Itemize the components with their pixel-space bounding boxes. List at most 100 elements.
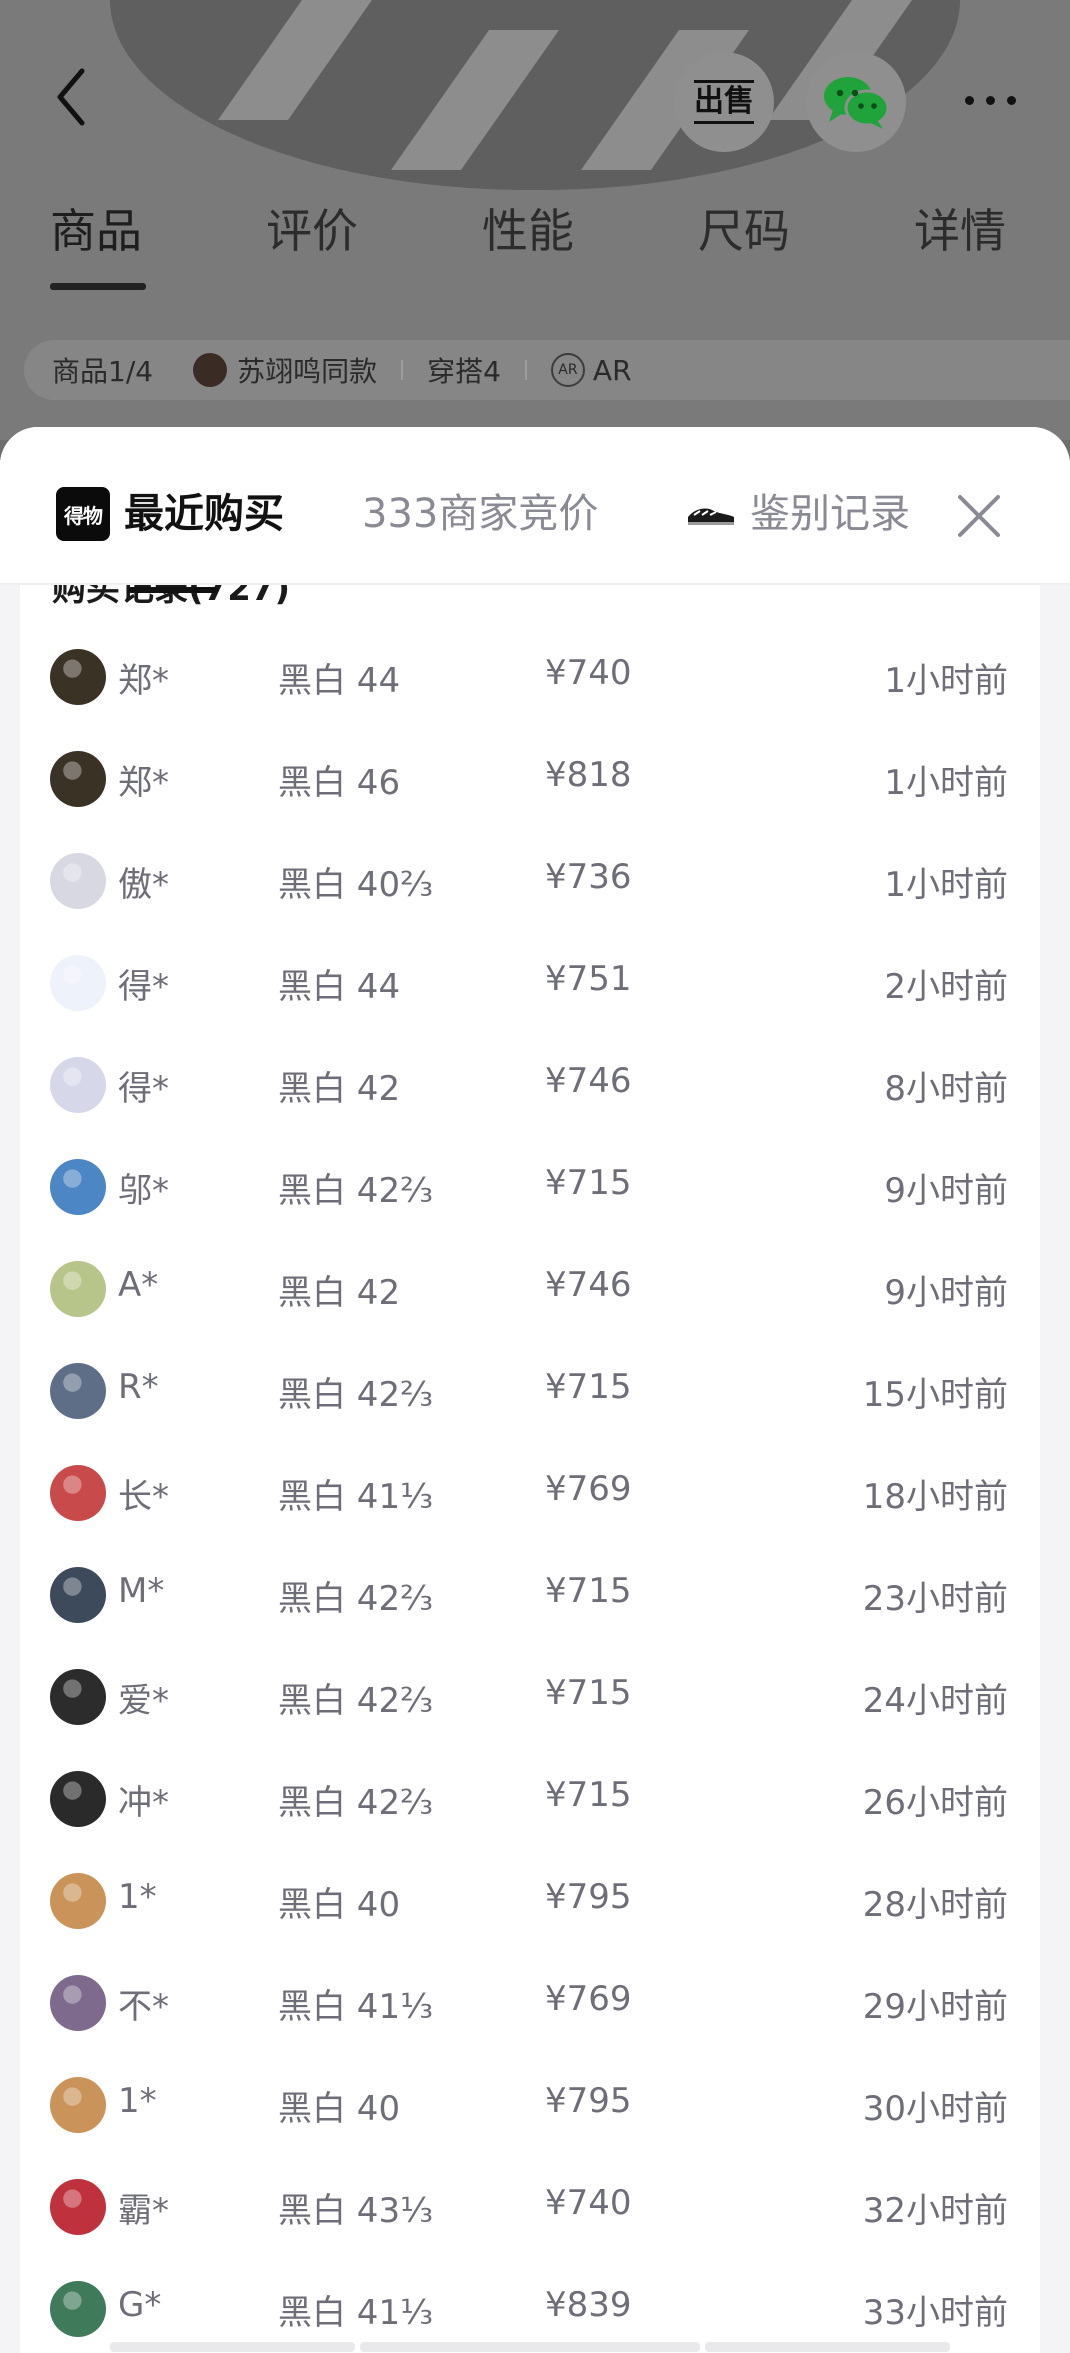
purchase-price: ¥715	[545, 1673, 632, 1713]
buyer-name: R*	[118, 1367, 159, 1407]
purchase-record-row: 长* 黑白 41⅓ ¥769 18小时前	[20, 1443, 1040, 1545]
buyer-name: A*	[118, 1265, 159, 1305]
buyer-avatar	[50, 751, 106, 807]
purchase-spec: 黑白 42⅔	[278, 1171, 434, 1211]
wechat-share-button[interactable]	[806, 52, 906, 152]
purchase-time: 30小时前	[862, 2089, 1008, 2129]
purchase-price: ¥746	[545, 1061, 632, 1101]
purchase-price: ¥746	[545, 1265, 632, 1305]
purchase-price: ¥740	[545, 653, 632, 693]
buyer-name: 邬*	[118, 1171, 169, 1211]
purchase-price: ¥736	[545, 857, 632, 897]
buyer-avatar	[50, 1465, 106, 1521]
purchase-record-row: 邬* 黑白 42⅔ ¥715 9小时前	[20, 1137, 1040, 1239]
purchase-price: ¥751	[545, 959, 632, 999]
buyer-avatar	[50, 1873, 106, 1929]
purchase-price: ¥715	[545, 1775, 632, 1815]
purchase-time: 9小时前	[884, 1171, 1008, 1211]
purchase-spec: 黑白 42⅔	[278, 1681, 434, 1721]
buyer-name: 1*	[118, 1877, 157, 1917]
purchase-price: ¥839	[545, 2285, 632, 2325]
buyer-avatar	[50, 1975, 106, 2031]
shoe-icon	[688, 508, 734, 525]
purchase-time: 24小时前	[862, 1681, 1008, 1721]
back-button[interactable]	[46, 62, 96, 132]
purchase-record-row: 1* 黑白 40 ¥795 30小时前	[20, 2055, 1040, 2157]
tab-merchant-bids[interactable]: 333商家竞价	[362, 487, 598, 541]
purchase-price: ¥740	[545, 2183, 632, 2223]
buyer-avatar	[50, 2077, 106, 2133]
sell-button[interactable]: 出售	[674, 52, 774, 152]
tab-product[interactable]: 商品	[50, 195, 142, 261]
purchase-price: ¥795	[545, 1877, 632, 1917]
buyer-avatar	[50, 649, 106, 705]
more-button[interactable]	[950, 70, 1030, 130]
ar-tag[interactable]: AR	[593, 354, 632, 387]
purchase-price: ¥715	[545, 1163, 632, 1203]
purchase-price: ¥818	[545, 755, 632, 795]
purchase-spec: 黑白 46	[278, 763, 401, 803]
tab-details[interactable]: 详情	[914, 195, 1006, 261]
purchase-spec: 黑白 44	[278, 661, 401, 701]
product-tabs: 商品 评价 性能 尺码 详情	[0, 195, 1070, 295]
purchase-time: 23小时前	[862, 1579, 1008, 1619]
buyer-avatar	[50, 1159, 106, 1215]
purchase-time: 26小时前	[862, 1783, 1008, 1823]
buyer-name: G*	[118, 2285, 162, 2325]
sell-icon: 出售	[694, 80, 754, 124]
purchase-record-row: G* 黑白 41⅓ ¥839 33小时前	[20, 2259, 1040, 2353]
purchase-time: 8小时前	[884, 1069, 1008, 1109]
product-image-index[interactable]: 商品1/4	[52, 350, 153, 390]
purchase-record-row: R* 黑白 42⅔ ¥715 15小时前	[20, 1341, 1040, 1443]
purchase-time: 32小时前	[862, 2191, 1008, 2231]
tab-reviews[interactable]: 评价	[266, 195, 358, 261]
buyer-avatar	[50, 1057, 106, 1113]
purchase-price: ¥769	[545, 1469, 632, 1509]
purchase-records-list[interactable]: 购买记录(727) 郑* 黑白 44 ¥740 1小时前 郑* 黑白 46 ¥818 1小时前…	[20, 569, 1040, 2353]
purchase-spec: 黑白 43⅓	[278, 2191, 434, 2231]
buyer-name: 长*	[118, 1477, 169, 1517]
buyer-avatar	[50, 1363, 106, 1419]
purchase-time: 33小时前	[862, 2293, 1008, 2333]
purchase-record-row: 1* 黑白 40 ¥795 28小时前	[20, 1851, 1040, 1953]
celebrity-style-tag[interactable]: 苏翊鸣同款	[237, 350, 377, 390]
tab-recent-purchases[interactable]: 最近购买	[124, 487, 284, 541]
tab-performance[interactable]: 性能	[482, 195, 574, 261]
buyer-name: 霸*	[118, 2191, 169, 2231]
outfits-tag[interactable]: 穿搭4	[427, 350, 501, 390]
buyer-name: 不*	[118, 1987, 169, 2027]
dewu-logo: 得物	[56, 487, 110, 541]
purchase-price: ¥769	[545, 1979, 632, 2019]
buyer-name: 爱*	[118, 1681, 169, 1721]
buyer-name: 傲*	[118, 865, 169, 905]
wechat-icon	[824, 77, 890, 129]
purchase-record-row: 郑* 黑白 46 ¥818 1小时前	[20, 729, 1040, 831]
purchase-time: 15小时前	[862, 1375, 1008, 1415]
buyer-name: 1*	[118, 2081, 157, 2121]
sheet-header: 得物 最近购买 333商家竞价 鉴别记录	[0, 427, 1070, 583]
purchase-spec: 黑白 41⅓	[278, 1987, 434, 2027]
buyer-name: 郑*	[118, 763, 169, 803]
recent-purchases-sheet: 得物 最近购买 333商家竞价 鉴别记录 购买记录(727) 郑* 黑白 44 ¥7…	[0, 427, 1070, 2353]
tab-size[interactable]: 尺码	[698, 195, 790, 261]
celebrity-avatar	[193, 353, 228, 387]
buyer-name: M*	[118, 1571, 165, 1611]
purchase-price: ¥715	[545, 1571, 632, 1611]
purchase-time: 18小时前	[862, 1477, 1008, 1517]
purchase-spec: 黑白 44	[278, 967, 401, 1007]
buyer-name: 得*	[118, 967, 169, 1007]
media-tags-bar: 商品1/4 苏翊鸣同款 穿搭4 AR AR	[24, 340, 1070, 400]
buyer-avatar	[50, 955, 106, 1011]
close-icon[interactable]	[952, 489, 1006, 543]
purchase-spec: 黑白 40	[278, 1885, 401, 1925]
purchase-price: ¥715	[545, 1367, 632, 1407]
purchase-spec: 黑白 41⅓	[278, 2293, 434, 2333]
purchase-record-row: 冲* 黑白 42⅔ ¥715 26小时前	[20, 1749, 1040, 1851]
purchase-record-row: M* 黑白 42⅔ ¥715 23小时前	[20, 1545, 1040, 1647]
purchase-time: 9小时前	[884, 1273, 1008, 1313]
purchase-record-row: 得* 黑白 42 ¥746 8小时前	[20, 1035, 1040, 1137]
purchase-price: ¥795	[545, 2081, 632, 2121]
tab-authentication-records[interactable]: 鉴别记录	[750, 487, 910, 541]
title-underline	[128, 587, 218, 593]
purchase-spec: 黑白 42⅔	[278, 1783, 434, 1823]
